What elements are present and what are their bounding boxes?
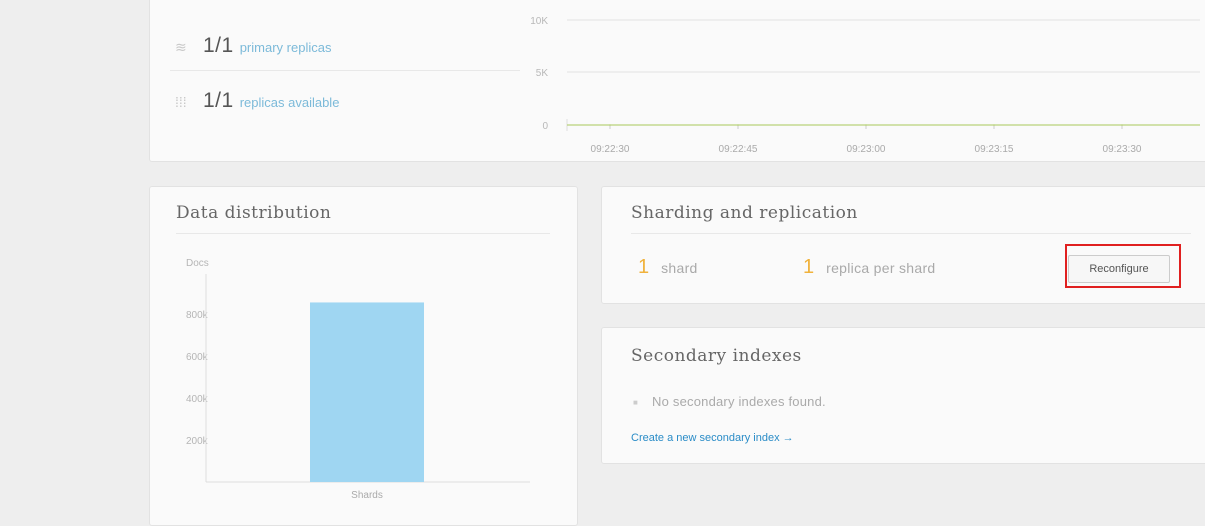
y-tick-label: 400k [186, 394, 209, 405]
throughput-chart: 10K 5K 0 09:22:30 09:22:45 09:23:00 09:23:15 09… [530, 16, 1200, 155]
y-tick-label: 10K [530, 16, 548, 27]
y-tick-label: 5K [536, 68, 549, 79]
replicas-available-count: 1/1 [203, 89, 234, 112]
shards-value: 1 [638, 256, 650, 278]
y-axis-label: Docs [186, 258, 209, 269]
y-tick-label: 200k [186, 436, 209, 447]
series-point [865, 124, 867, 126]
x-tick-label: 09:23:15 [975, 144, 1014, 155]
no-indexes-message: ■ No secondary indexes found. [633, 394, 826, 409]
bar [310, 302, 424, 482]
grid-icon: ⁞⁞⁞ [175, 94, 187, 110]
x-axis-label: Shards [351, 490, 383, 501]
x-tick-label: 09:22:45 [719, 144, 758, 155]
create-index-link[interactable]: Create a new secondary index → [631, 432, 794, 444]
series-point [609, 124, 611, 126]
series-point [1121, 124, 1123, 126]
sharding-title: Sharding and replication [631, 203, 858, 223]
layers-icon: ≋ [175, 39, 187, 55]
series-point [993, 124, 995, 126]
replicas-available-stat: ⁞⁞⁞ 1/1 replicas available [175, 89, 339, 113]
x-tick-label: 09:23:30 [1103, 144, 1142, 155]
replicas-value: 1 [803, 256, 815, 278]
primary-replicas-count: 1/1 [203, 34, 234, 57]
x-tick-label: 09:22:30 [591, 144, 630, 155]
primary-replicas-label[interactable]: primary replicas [240, 40, 332, 55]
primary-replicas-stat: ≋ 1/1 primary replicas [175, 34, 331, 58]
y-tick-label: 600k [186, 352, 209, 363]
data-distribution-title: Data distribution [176, 203, 332, 223]
no-indexes-text: No secondary indexes found. [652, 394, 826, 409]
y-tick-label: 0 [542, 121, 548, 132]
secondary-indexes-title: Secondary indexes [631, 346, 802, 366]
series-point [737, 124, 739, 126]
title-divider [631, 233, 1191, 234]
title-divider [176, 233, 550, 234]
data-distribution-chart: Docs 800k 600k 400k 200k Shards [186, 258, 530, 501]
shards-label: shard [661, 260, 698, 276]
x-tick-label: 09:23:00 [847, 144, 886, 155]
bullet-icon: ■ [633, 398, 639, 408]
shards-count: 1 shard [638, 256, 698, 279]
stat-divider [170, 70, 520, 71]
replicas-per-shard: 1 replica per shard [803, 256, 936, 279]
reconfigure-button[interactable]: Reconfigure [1068, 255, 1170, 283]
y-tick-label: 800k [186, 310, 209, 321]
replicas-available-label[interactable]: replicas available [240, 95, 340, 110]
replicas-label: replica per shard [826, 260, 936, 276]
